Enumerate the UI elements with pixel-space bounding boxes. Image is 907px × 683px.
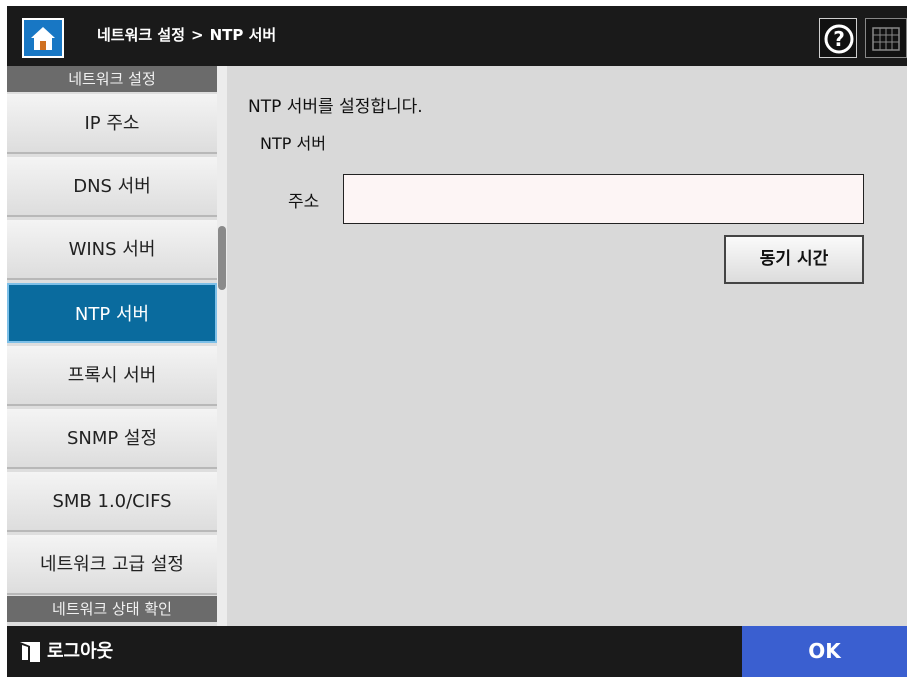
ok-button[interactable]: OK	[742, 626, 907, 677]
logout-icon	[20, 642, 40, 662]
sidebar-section-network: 네트워크 설정	[7, 66, 217, 92]
help-icon: ?	[824, 24, 854, 54]
sidebar-item-dns-server[interactable]: DNS 서버	[7, 157, 217, 217]
sidebar-item-proxy-server[interactable]: 프록시 서버	[7, 346, 217, 406]
main-panel: NTP 서버를 설정합니다. NTP 서버 주소 동기 시간	[233, 66, 907, 626]
breadcrumb-separator: >	[191, 26, 204, 44]
sidebar-item-snmp-settings[interactable]: SNMP 설정	[7, 409, 217, 469]
logout-label: 로그아웃	[47, 641, 114, 662]
breadcrumb-parent: 네트워크 설정	[97, 26, 186, 44]
sidebar-item-ip-address[interactable]: IP 주소	[7, 94, 217, 154]
help-button[interactable]: ?	[819, 18, 857, 58]
app-frame: 네트워크 설정 > NTP 서버 ? 네트워크 설정 IP 주소 DNS 서버 WI…	[7, 6, 907, 677]
keyboard-button[interactable]	[865, 18, 907, 58]
sidebar-item-smb-cifs[interactable]: SMB 1.0/CIFS	[7, 472, 217, 532]
section-label-ntp-server: NTP 서버	[260, 134, 326, 153]
breadcrumb-current: NTP 서버	[209, 26, 277, 44]
breadcrumb: 네트워크 설정 > NTP 서버	[97, 24, 276, 45]
home-button[interactable]	[22, 18, 64, 58]
footer-bar: 로그아웃 OK	[7, 626, 907, 677]
sidebar-item-wins-server[interactable]: WINS 서버	[7, 220, 217, 280]
header-bar: 네트워크 설정 > NTP 서버 ?	[7, 6, 907, 66]
address-label: 주소	[288, 192, 320, 212]
sidebar-scrollbar[interactable]	[217, 66, 227, 626]
page-description: NTP 서버를 설정합니다.	[248, 97, 423, 117]
sidebar-section-status[interactable]: 네트워크 상태 확인	[7, 596, 217, 622]
sync-time-button[interactable]: 동기 시간	[724, 235, 864, 284]
sidebar-item-advanced-network[interactable]: 네트워크 고급 설정	[7, 535, 217, 595]
home-icon	[31, 27, 55, 50]
sidebar-item-ntp-server[interactable]: NTP 서버	[7, 283, 217, 343]
scrollbar-thumb[interactable]	[218, 226, 226, 290]
address-input[interactable]	[343, 174, 864, 224]
keyboard-icon	[872, 27, 900, 51]
svg-text:?: ?	[833, 27, 845, 51]
sidebar: 네트워크 설정 IP 주소 DNS 서버 WINS 서버 NTP 서버 프록시 …	[7, 66, 227, 626]
